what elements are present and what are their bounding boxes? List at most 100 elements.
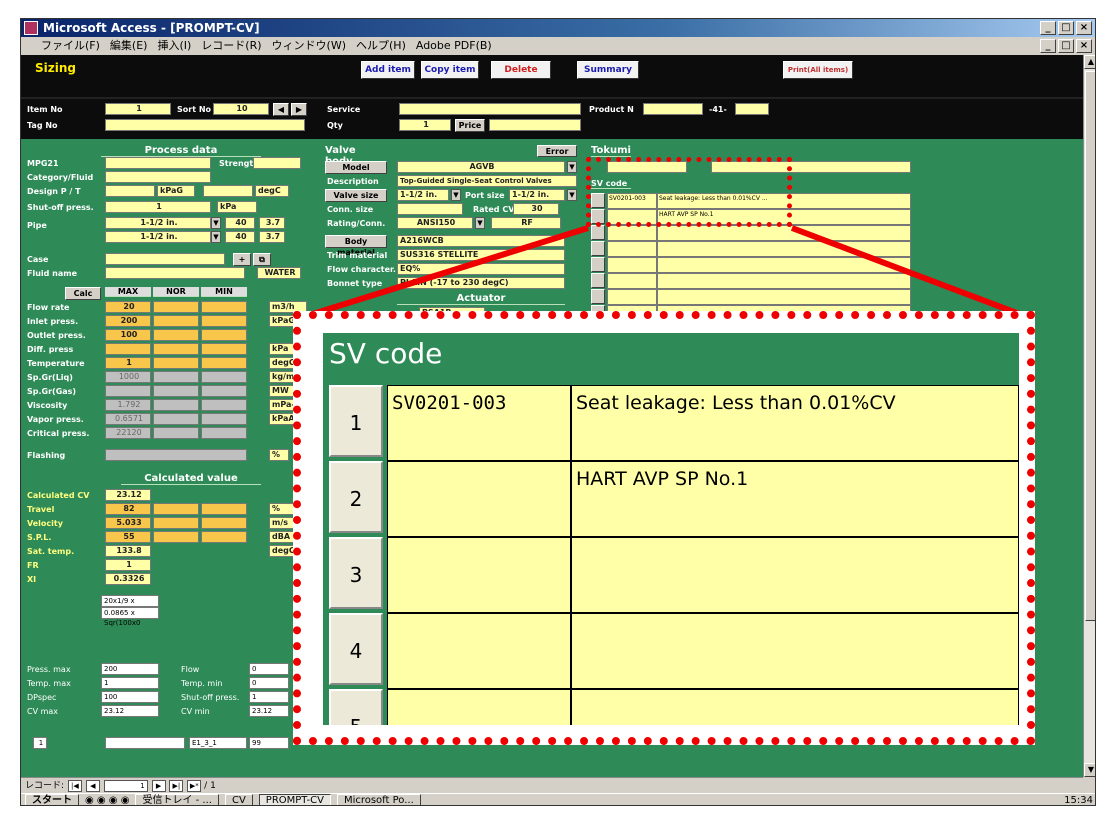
bottom-value-2[interactable]: 1: [249, 691, 289, 703]
menu-record[interactable]: レコード(R): [201, 37, 261, 55]
svcode-small-desc[interactable]: [657, 289, 911, 305]
model-button[interactable]: Model: [325, 161, 387, 174]
new-record-icon[interactable]: ▶*: [187, 779, 202, 792]
category-field[interactable]: [105, 171, 211, 183]
taskbar-item-prompt-cv[interactable]: PROMPT-CV: [258, 794, 331, 805]
pipe-outlet-field[interactable]: 1-1/2 in.: [105, 231, 211, 243]
bottom-value[interactable]: 200: [101, 663, 159, 675]
close-button[interactable]: ×: [1076, 21, 1092, 35]
bottom-value-2[interactable]: 0: [249, 663, 289, 675]
design-p-unit[interactable]: kPaG: [157, 185, 195, 197]
flashing-field[interactable]: [105, 449, 247, 461]
product-field-a[interactable]: [643, 103, 703, 115]
strength-calc-field[interactable]: [253, 157, 301, 169]
prev-item-button[interactable]: ◀: [273, 103, 289, 116]
process-min-field[interactable]: [201, 329, 247, 341]
minimize-button[interactable]: _: [1040, 21, 1056, 35]
svcode-description-field[interactable]: [571, 537, 1019, 613]
process-max-field[interactable]: [105, 343, 151, 355]
process-max-field[interactable]: 0.6571: [105, 413, 151, 425]
bottom-value[interactable]: 100: [101, 691, 159, 703]
bottom-field-c[interactable]: 99: [249, 737, 289, 749]
next-item-button[interactable]: ▶: [291, 103, 307, 116]
bottom-value[interactable]: 23.12: [101, 705, 159, 717]
svcode-row-number-button[interactable]: 5: [329, 689, 383, 725]
process-nor-field[interactable]: [153, 329, 199, 341]
process-min-field[interactable]: [201, 301, 247, 313]
taskbar-item-cv[interactable]: CV: [224, 794, 253, 805]
menu-adobe-pdf[interactable]: Adobe PDF(B): [416, 37, 492, 55]
scroll-down-icon[interactable]: ▼: [1084, 763, 1095, 777]
rating-field[interactable]: ANSI150: [397, 217, 473, 229]
service-field[interactable]: [399, 103, 581, 115]
flow-char-field[interactable]: EQ%: [397, 263, 565, 275]
vertical-scrollbar[interactable]: ▲ ▼: [1083, 55, 1095, 777]
process-max-field[interactable]: [105, 385, 151, 397]
process-min-field[interactable]: [201, 413, 247, 425]
svcode-description-field[interactable]: [571, 613, 1019, 689]
prev-record-icon[interactable]: ◀: [85, 779, 100, 792]
taskbar-item-powerpoint[interactable]: Microsoft Po...: [336, 794, 421, 805]
menu-file[interactable]: ファイル(F): [41, 37, 100, 55]
pipe-outlet-thk[interactable]: 3.7: [259, 231, 285, 243]
delete-button[interactable]: Delete: [491, 61, 551, 79]
svcode-small-desc[interactable]: [657, 225, 911, 241]
model-dropdown-icon[interactable]: ▼: [567, 161, 577, 173]
valve-size-button[interactable]: Valve size: [325, 189, 387, 202]
svcode-small-desc[interactable]: [657, 241, 911, 257]
process-nor-field[interactable]: [153, 343, 199, 355]
rating-dropdown-icon[interactable]: ▼: [475, 217, 485, 229]
process-max-field[interactable]: 100: [105, 329, 151, 341]
doc-close-button[interactable]: ×: [1076, 39, 1092, 53]
svcode-code-field[interactable]: [387, 537, 571, 613]
body-material-button[interactable]: Body material: [325, 235, 387, 257]
process-min-field[interactable]: [201, 315, 247, 327]
bottom-field-b[interactable]: E1_3_1: [189, 737, 247, 749]
pipe-inlet-dropdown-icon[interactable]: ▼: [211, 217, 221, 229]
svcode-row-number-button[interactable]: 2: [329, 461, 383, 533]
svcode-small-num-button[interactable]: [591, 257, 605, 272]
shutoff-unit[interactable]: kPa: [217, 201, 257, 213]
svcode-small-code[interactable]: [607, 273, 657, 289]
svcode-small-desc[interactable]: [657, 257, 911, 273]
copy-item-button[interactable]: Copy item: [421, 61, 479, 79]
conn-size-field[interactable]: [397, 203, 463, 215]
bonnet-field[interactable]: PLAIN (-17 to 230 degC): [397, 277, 565, 289]
svcode-small-code[interactable]: [607, 257, 657, 273]
pipe-outlet-sch[interactable]: 40: [225, 231, 255, 243]
doc-restore-button[interactable]: □: [1058, 39, 1074, 53]
svcode-small-num-button[interactable]: [591, 225, 605, 240]
process-min-field[interactable]: [201, 357, 247, 369]
process-nor-field[interactable]: [153, 413, 199, 425]
conn-field[interactable]: RF: [491, 217, 561, 229]
svcode-code-field[interactable]: [387, 613, 571, 689]
trim-material-field[interactable]: SUS316 STELLITE: [397, 249, 565, 261]
process-min-field[interactable]: [201, 399, 247, 411]
svcode-code-field[interactable]: [387, 689, 571, 725]
rated-cv-field[interactable]: 30: [513, 203, 559, 215]
bottom-field-a[interactable]: 1: [33, 737, 47, 749]
process-max-field[interactable]: 200: [105, 315, 151, 327]
sort-no-field[interactable]: 10: [213, 103, 269, 115]
fluid-name-field[interactable]: [105, 267, 245, 279]
quicklaunch-icons[interactable]: ◉ ◉ ◉ ◉: [85, 794, 129, 805]
case-field[interactable]: [105, 253, 225, 265]
model-field[interactable]: AGVB: [397, 161, 565, 173]
bottom-value-2[interactable]: 0: [249, 677, 289, 689]
process-nor-field[interactable]: [153, 399, 199, 411]
port-size-dropdown-icon[interactable]: ▼: [567, 189, 577, 201]
design-p-field[interactable]: [105, 185, 155, 197]
svcode-small-num-button[interactable]: [591, 273, 605, 288]
process-min-field[interactable]: [201, 343, 247, 355]
design-t-unit[interactable]: degC: [255, 185, 289, 197]
case-add-button[interactable]: +: [233, 253, 251, 266]
first-record-icon[interactable]: |◀: [67, 779, 82, 792]
maximize-button[interactable]: □: [1058, 21, 1074, 35]
svcode-description-field[interactable]: Seat leakage: Less than 0.01%CV: [571, 385, 1019, 461]
bottom-value-2[interactable]: 23.12: [249, 705, 289, 717]
price-field[interactable]: [489, 119, 581, 131]
valve-size-field[interactable]: 1-1/2 in.: [397, 189, 449, 201]
pipe-outlet-dropdown-icon[interactable]: ▼: [211, 231, 221, 243]
svcode-small-num-button[interactable]: [591, 241, 605, 256]
calc-button[interactable]: Calc: [65, 287, 101, 300]
